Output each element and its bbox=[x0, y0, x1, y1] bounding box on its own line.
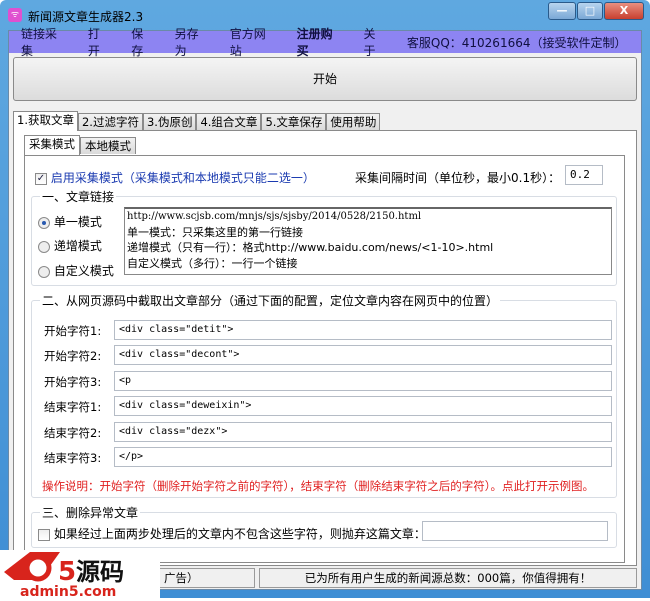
links-textarea[interactable]: http://www.scjsb.com/mnjs/sjs/sjsby/2014… bbox=[124, 207, 612, 275]
end-char-2-input[interactable]: <div class="dezx"> bbox=[114, 422, 612, 442]
menu-save-as[interactable]: 另存为 bbox=[175, 25, 210, 59]
discard-checkbox[interactable] bbox=[38, 528, 50, 541]
radio-custom-mode[interactable]: 自定义模式 bbox=[38, 262, 114, 279]
instructions-link[interactable]: 操作说明：开始字符（删除开始字符之前的字符），结束字符（删除结束字符之后的字符）… bbox=[42, 478, 594, 494]
menu-about[interactable]: 关于 bbox=[363, 25, 386, 59]
textarea-line: 单一模式：只采集这里的第一行链接 bbox=[127, 225, 303, 239]
interval-label: 采集间隔时间（单位秒，最小0.1秒）： bbox=[355, 171, 561, 185]
app-icon: ᯤ bbox=[8, 8, 22, 22]
tab-panel: 采集模式 本地模式 ✓ 启用采集模式（采集模式和本地模式只能二选一） 采集间隔时… bbox=[13, 130, 637, 566]
svg-text:admin5.com: admin5.com bbox=[20, 584, 116, 598]
menu-save[interactable]: 保存 bbox=[131, 25, 154, 59]
field-label: 开始字符1: bbox=[44, 324, 102, 338]
field-label: 开始字符3: bbox=[44, 375, 102, 389]
tab-filter-chars[interactable]: 2.过滤字符 bbox=[77, 113, 143, 130]
field-label: 结束字符2: bbox=[44, 426, 102, 440]
menu-link-collect[interactable]: 链接采集 bbox=[21, 25, 68, 59]
radio-label: 单一模式 bbox=[53, 215, 102, 229]
menu-support-qq[interactable]: 客服QQ：410261664（接受软件定制） bbox=[407, 34, 627, 51]
enable-collect-row[interactable]: ✓ 启用采集模式（采集模式和本地模式只能二选一） bbox=[35, 169, 315, 186]
tab-save-article[interactable]: 5.文章保存 bbox=[261, 113, 327, 130]
subtab-collect-mode[interactable]: 采集模式 bbox=[24, 135, 80, 155]
maximize-button[interactable]: □ bbox=[577, 2, 603, 20]
radio-label: 递增模式 bbox=[53, 239, 102, 253]
discard-label: 如果经过上面两步处理后的文章内不包含这些字符，则抛弃这篇文章： bbox=[53, 527, 426, 541]
start-char-3-input[interactable]: <p bbox=[114, 371, 612, 391]
sub-tabs: 采集模式 本地模式 bbox=[24, 135, 136, 155]
field-label: 结束字符1: bbox=[44, 400, 102, 414]
extract-group: 二、从网页源码中截取出文章部分（通过下面的配置，定位文章内容在网页中的位置） 开… bbox=[31, 292, 617, 498]
textarea-line: 自定义模式（多行）：一行一个链接 bbox=[127, 256, 298, 270]
subtab-local-mode[interactable]: 本地模式 bbox=[80, 137, 136, 154]
svg-text:源码: 源码 bbox=[76, 558, 124, 586]
menu-open[interactable]: 打开 bbox=[88, 25, 111, 59]
discard-row[interactable]: 如果经过上面两步处理后的文章内不包含这些字符，则抛弃这篇文章： bbox=[38, 525, 426, 542]
window-title: 新闻源文章生成器2.3 bbox=[28, 10, 144, 24]
enable-collect-checkbox[interactable]: ✓ bbox=[35, 172, 47, 185]
tab-help[interactable]: 使用帮助 bbox=[326, 113, 381, 130]
interval-input[interactable]: 0.2 bbox=[565, 165, 603, 185]
main-tabs: 1.获取文章 2.过滤字符 3.伪原创 4.组合文章 5.文章保存 使用帮助 bbox=[13, 111, 381, 131]
group-title: 二、从网页源码中截取出文章部分（通过下面的配置，定位文章内容在网页中的位置） bbox=[40, 292, 501, 309]
textarea-line: 递增模式（只有一行）：格式http://www.baidu.com/news/<… bbox=[127, 241, 494, 254]
textarea-line: http://www.scjsb.com/mnjs/sjs/sjsby/2014… bbox=[127, 211, 422, 222]
watermark-logo: 5 源码 admin5.com bbox=[0, 550, 160, 600]
enable-collect-label: 启用采集模式（采集模式和本地模式只能二选一） bbox=[50, 171, 315, 185]
app-window: ᯤ 新闻源文章生成器2.3 — □ X 链接采集 打开 保存 另存为 官方网站 … bbox=[0, 0, 650, 598]
abnormal-article-group: 三、删除异常文章 如果经过上面两步处理后的文章内不包含这些字符，则抛弃这篇文章： bbox=[31, 504, 617, 548]
radio-increment-mode[interactable]: 递增模式 bbox=[38, 237, 102, 254]
radio-label: 自定义模式 bbox=[53, 264, 114, 278]
radio-button[interactable] bbox=[38, 240, 50, 253]
client-area: 链接采集 打开 保存 另存为 官方网站 注册购买 关于 客服QQ：4102616… bbox=[8, 27, 642, 590]
end-char-3-input[interactable]: </p> bbox=[114, 447, 612, 467]
tab-pseudo-original[interactable]: 3.伪原创 bbox=[142, 113, 197, 130]
article-link-group: 一、文章链接 单一模式 递增模式 自定义模式 http://www.scjsb.… bbox=[31, 188, 617, 286]
start-char-1-input[interactable]: <div class="detit"> bbox=[114, 320, 612, 340]
menu-bar: 链接采集 打开 保存 另存为 官方网站 注册购买 关于 客服QQ：4102616… bbox=[9, 27, 641, 58]
close-button[interactable]: X bbox=[604, 2, 644, 20]
status-count: 已为所有用户生成的新闻源总数：000篇，你值得拥有！ bbox=[259, 568, 637, 588]
tab-get-article[interactable]: 1.获取文章 bbox=[13, 111, 78, 131]
radio-button[interactable] bbox=[38, 216, 50, 229]
start-button[interactable]: 开始 bbox=[13, 57, 637, 101]
end-char-1-input[interactable]: <div class="deweixin"> bbox=[114, 396, 612, 416]
tab-combine-article[interactable]: 4.组合文章 bbox=[196, 113, 262, 130]
group-title: 一、文章链接 bbox=[40, 188, 117, 205]
group-title: 三、删除异常文章 bbox=[40, 504, 141, 521]
required-chars-input[interactable] bbox=[422, 521, 608, 541]
a5-logo-icon: 5 源码 admin5.com bbox=[4, 552, 124, 600]
start-char-2-input[interactable]: <div class="decont"> bbox=[114, 345, 612, 365]
menu-register[interactable]: 注册购买 bbox=[297, 25, 344, 59]
svg-text:5: 5 bbox=[58, 557, 76, 587]
collect-mode-panel: ✓ 启用采集模式（采集模式和本地模式只能二选一） 采集间隔时间（单位秒，最小0.… bbox=[24, 155, 625, 563]
field-label: 结束字符3: bbox=[44, 451, 102, 465]
radio-button[interactable] bbox=[38, 265, 50, 278]
radio-single-mode[interactable]: 单一模式 bbox=[38, 213, 102, 230]
field-label: 开始字符2: bbox=[44, 349, 102, 363]
menu-website[interactable]: 官方网站 bbox=[230, 25, 277, 59]
minimize-button[interactable]: — bbox=[548, 2, 576, 20]
